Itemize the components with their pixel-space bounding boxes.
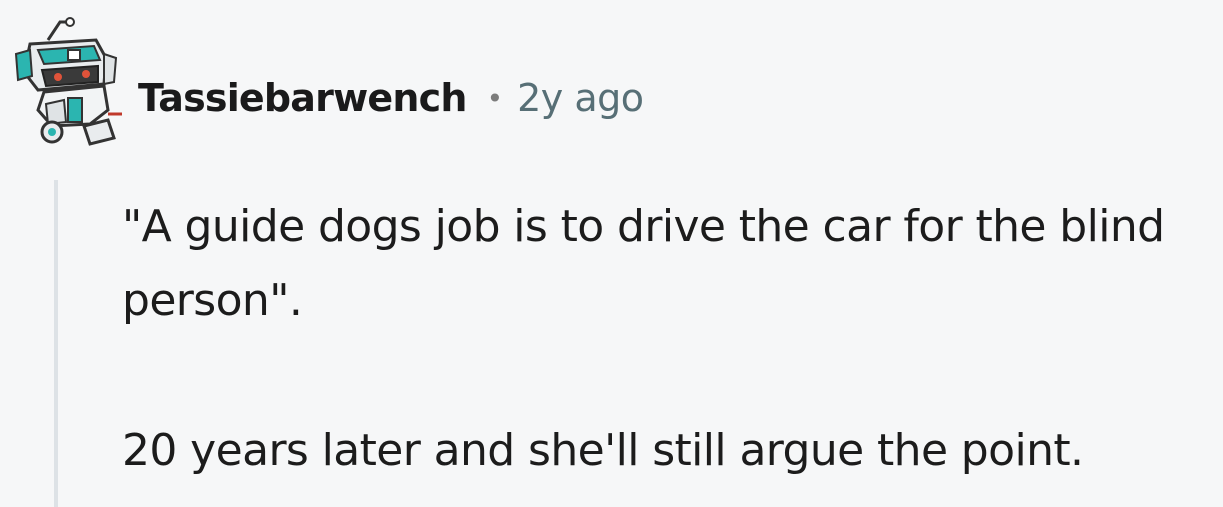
comment-header: Tassiebarwench • 2y ago: [138, 70, 644, 126]
username-link[interactable]: Tassiebarwench: [138, 76, 467, 120]
timestamp[interactable]: 2y ago: [517, 76, 644, 120]
comment-paragraph: 20 years later and she'll still argue th…: [122, 425, 1084, 476]
comment: Tassiebarwench • 2y ago "A guide dogs jo…: [0, 0, 1223, 507]
thread-collapse-line[interactable]: [54, 180, 58, 507]
comment-body: "A guide dogs job is to drive the car fo…: [122, 190, 1217, 488]
comment-paragraph: "A guide dogs job is to drive the car fo…: [122, 201, 1165, 326]
avatar[interactable]: [8, 14, 128, 150]
robot-avatar-icon: [14, 17, 122, 146]
separator-dot: •: [486, 81, 504, 115]
